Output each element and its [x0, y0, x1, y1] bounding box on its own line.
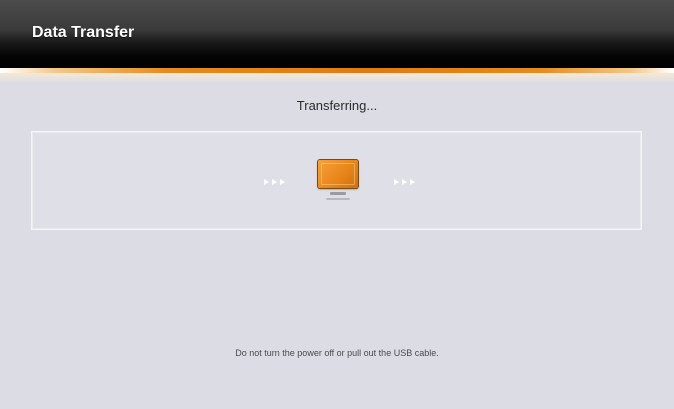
- accent-glow: [0, 73, 674, 83]
- window-title: Data Transfer: [32, 24, 135, 41]
- warning-text: Do not turn the power off or pull out th…: [235, 348, 439, 358]
- monitor-icon: [318, 160, 358, 204]
- arrow-dots-icon: [394, 178, 418, 186]
- status-text: Transferring...: [296, 98, 378, 113]
- arrow-dots-icon: [264, 178, 288, 186]
- title-bar: Data Transfer: [0, 0, 674, 68]
- transfer-panel: [31, 131, 642, 230]
